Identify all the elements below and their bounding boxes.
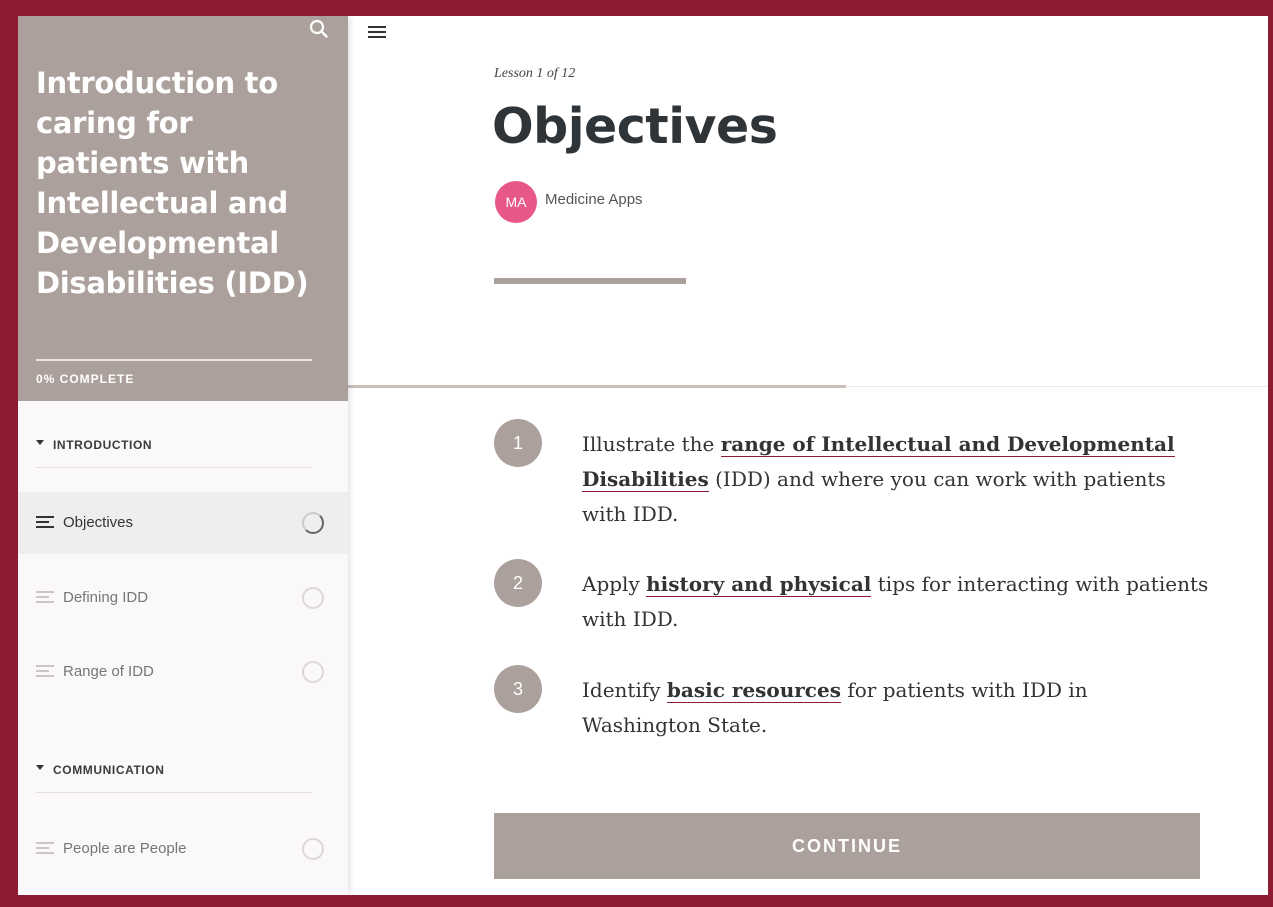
lesson-label: Defining IDD	[63, 589, 149, 606]
caret-down-icon	[36, 440, 44, 445]
lesson-counter: Lesson 1 of 12	[494, 66, 576, 81]
section-communication[interactable]: COMMUNICATION	[36, 743, 312, 793]
title-divider	[494, 278, 686, 284]
section-title: INTRODUCTION	[53, 438, 153, 452]
lines-icon	[36, 591, 54, 605]
objective-number: 2	[494, 559, 542, 607]
sidebar-lesson-range-of-idd[interactable]: Range of IDD	[18, 641, 348, 703]
lines-icon	[36, 665, 54, 679]
progress-circle-icon	[302, 587, 324, 609]
author-name: Medicine Apps	[545, 191, 643, 208]
objective-number: 3	[494, 665, 542, 713]
sidebar-lesson-people-are-people[interactable]: People are People	[18, 818, 348, 880]
sidebar-header: Introduction to caring for patients with…	[18, 16, 348, 401]
lesson-progress-indicator	[348, 385, 846, 388]
section-title: COMMUNICATION	[53, 763, 165, 777]
sidebar-lesson-defining-idd[interactable]: Defining IDD	[18, 567, 348, 629]
objective-text-lead: Identify	[582, 678, 661, 702]
search-icon	[309, 19, 328, 38]
objective-keyword: history and physical	[646, 572, 872, 597]
caret-down-icon	[36, 765, 44, 770]
course-progress-bar	[36, 359, 312, 361]
menu-toggle-button[interactable]	[368, 26, 386, 40]
objective-text-lead: Apply	[582, 572, 640, 596]
lesson-content: Lesson 1 of 12 Objectives MA Medicine Ap…	[348, 16, 1268, 895]
page-title: Objectives	[492, 98, 778, 155]
course-progress-label: 0% COMPLETE	[36, 372, 135, 386]
progress-circle-icon	[302, 661, 324, 683]
course-title: Introduction to caring for patients with…	[36, 66, 309, 300]
avatar: MA	[495, 181, 537, 223]
objective-keyword: basic resources	[666, 678, 841, 703]
lesson-label: People are People	[63, 840, 187, 857]
lesson-label: Objectives	[63, 514, 134, 531]
lines-icon	[36, 842, 54, 856]
app-window: Introduction to caring for patients with…	[18, 16, 1268, 895]
objective-text-lead: Illustrate the	[582, 432, 715, 456]
course-sidebar: Introduction to caring for patients with…	[18, 16, 348, 895]
objective-text: Identify basic resources for patients wi…	[582, 673, 1212, 743]
search-button[interactable]	[308, 18, 330, 40]
objective-number: 1	[494, 419, 542, 467]
objective-text: Apply history and physical tips for inte…	[582, 567, 1212, 637]
progress-circle-icon	[302, 838, 324, 860]
continue-button[interactable]: CONTINUE	[494, 813, 1200, 879]
progress-circle-icon	[302, 512, 324, 534]
lesson-label: Range of IDD	[63, 663, 154, 680]
sidebar-lesson-objectives[interactable]: Objectives	[18, 492, 348, 554]
objective-text: Illustrate the range of Intellectual and…	[582, 427, 1212, 532]
section-introduction[interactable]: INTRODUCTION	[36, 418, 312, 468]
hamburger-icon	[368, 26, 386, 38]
lines-icon	[36, 516, 54, 530]
